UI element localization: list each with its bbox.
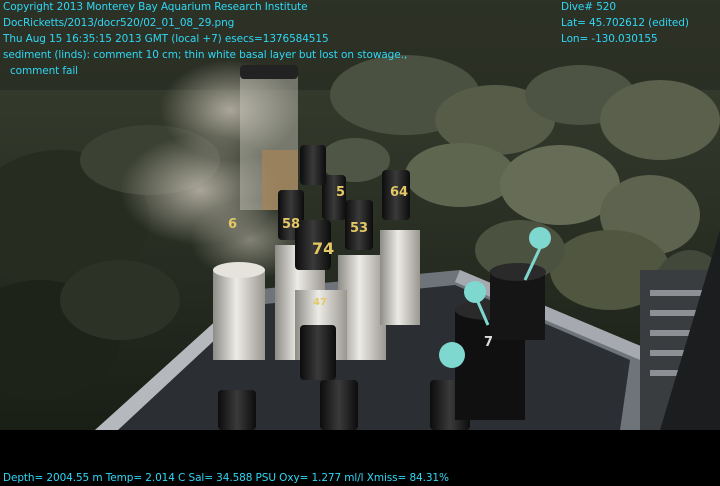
core-label: 64 [390,185,408,200]
clear-core-tube [240,65,298,210]
core-label: 6 [228,217,237,232]
comment-line-2: comment fail [10,65,78,77]
image-path-text: DocRicketts/2013/docr520/02_01_08_29.png [3,17,235,29]
core-label: 5 [336,185,345,200]
longitude: Lon= -130.030155 [561,33,658,45]
timestamp-text: Thu Aug 15 16:35:15 2013 GMT (local +7) … [3,33,329,45]
latitude: Lat= 45.702612 (edited) [561,17,689,29]
comment-line-1: sediment (linds): comment 10 cm; thin wh… [3,49,408,61]
core-label: 58 [282,217,300,232]
core-label: 53 [350,221,368,236]
copyright-text: Copyright 2013 Monterey Bay Aquarium Res… [3,1,308,13]
core-label: 74 [312,239,334,258]
seafloor-scene: 6 5 58 53 64 74 47 7 [0,0,720,430]
video-frame: 6 5 58 53 64 74 47 7 Copyright 2013 Mont… [0,0,720,486]
core-label: 7 [484,335,493,350]
dive-number: Dive# 520 [561,1,616,13]
core-label: 47 [313,297,327,308]
telemetry-readout: Depth= 2004.55 m Temp= 2.014 C Sal= 34.5… [3,472,449,484]
